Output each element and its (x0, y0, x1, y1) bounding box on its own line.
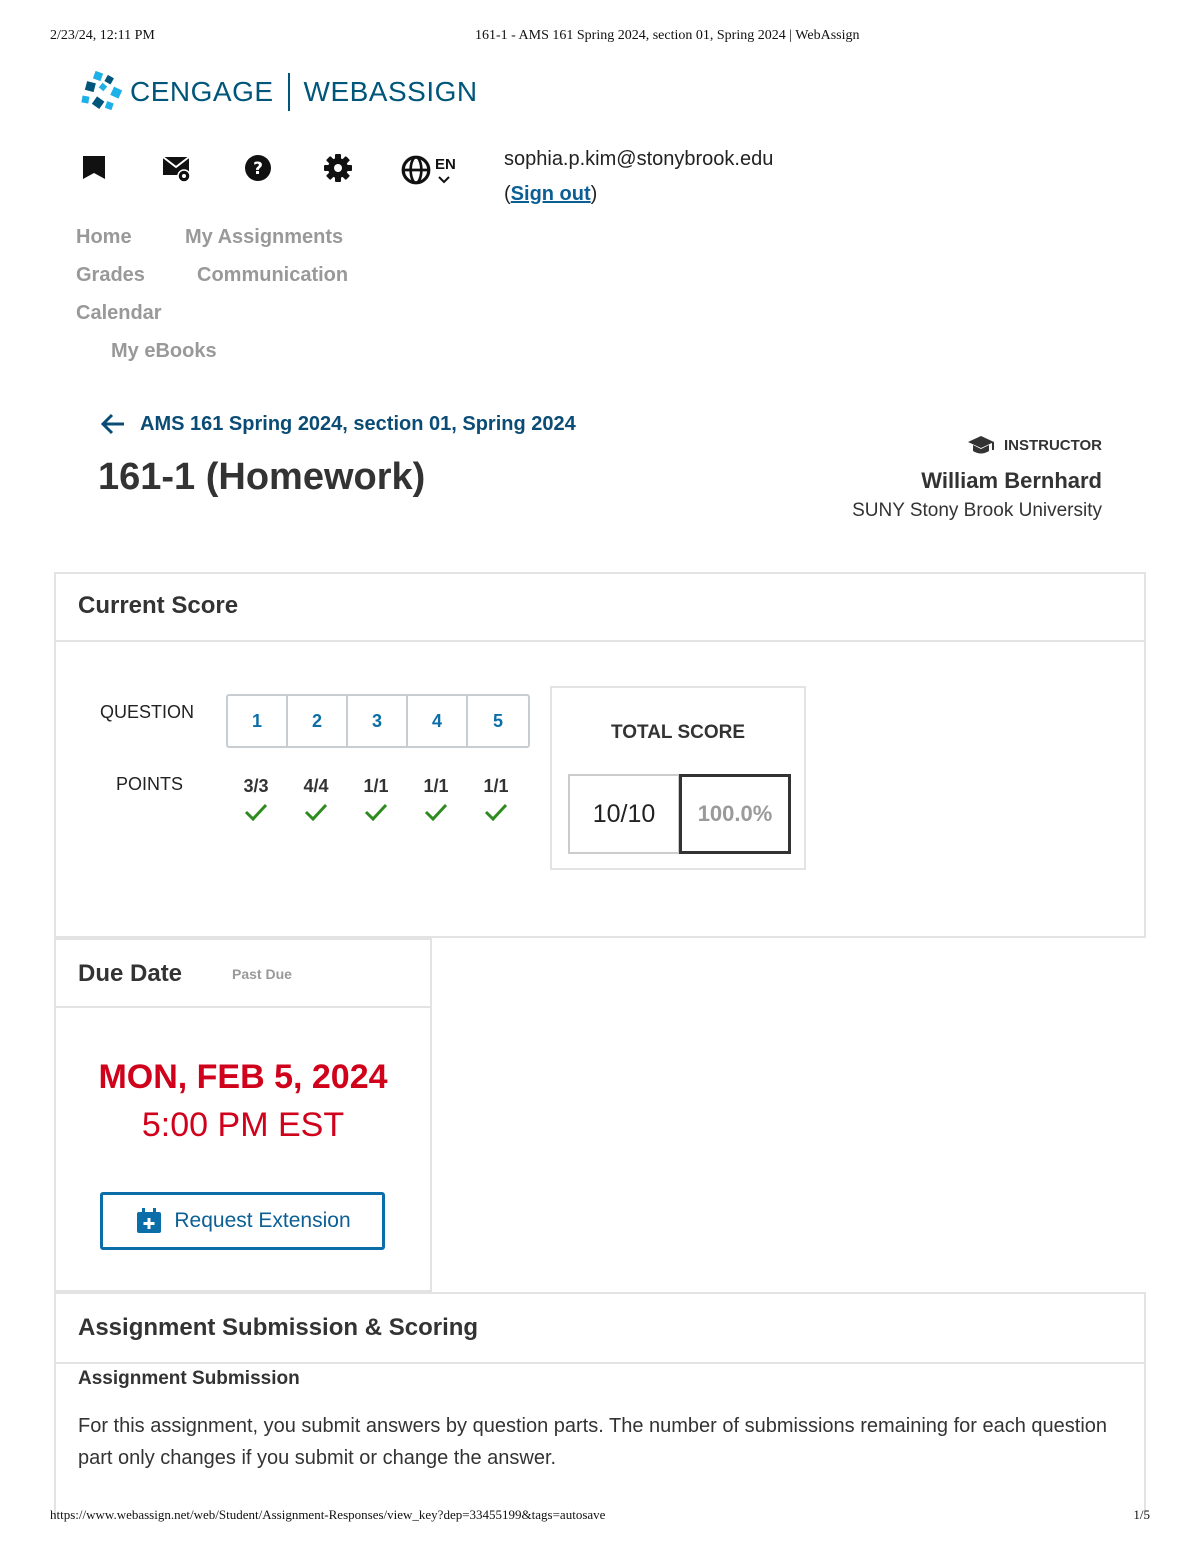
sign-out-close-paren: ) (590, 183, 598, 205)
print-page-number: 1/5 (1133, 1507, 1150, 1522)
language-code: EN (435, 156, 456, 173)
points-row: 3/3 4/4 1/1 1/1 1/1 (226, 776, 526, 821)
cengage-webassign-logo[interactable]: CENGAGE WEBASSIGN (80, 68, 478, 116)
submission-body: For this assignment, you submit answers … (78, 1415, 1108, 1469)
points-q4: 1/1 (406, 776, 466, 821)
current-score-header: Current Score (56, 574, 1144, 642)
chevron-down-icon (438, 176, 450, 184)
instructor-label: INSTRUCTOR (1003, 436, 1102, 454)
instructor-info: INSTRUCTOR William Bernhard SUNY Stony B… (852, 434, 1102, 522)
points-q3: 1/1 (346, 776, 406, 821)
question-button-3[interactable]: 3 (348, 696, 408, 746)
checkmark-icon (484, 803, 508, 821)
print-page-title: 161-1 - AMS 161 Spring 2024, section 01,… (475, 28, 860, 43)
assignment-title: 161-1 (Homework) (98, 456, 426, 498)
question-button-5[interactable]: 5 (468, 696, 528, 746)
points-value: 1/1 (423, 776, 449, 796)
user-account: sophia.p.kim@stonybrook.edu (Sign out) (504, 142, 773, 212)
settings-icon[interactable] (320, 150, 356, 186)
checkmark-icon (364, 803, 388, 821)
print-footer: https://www.webassign.net/web/Student/As… (50, 1507, 1150, 1527)
language-selector[interactable]: EN (400, 150, 464, 190)
logo-divider (287, 73, 290, 111)
points-q1: 3/3 (226, 776, 286, 821)
checkmark-icon (424, 803, 448, 821)
checkmark-icon (244, 803, 268, 821)
print-datetime: 2/23/24, 12:11 PM (50, 28, 155, 43)
question-button-1[interactable]: 1 (228, 696, 288, 746)
points-q2: 4/4 (286, 776, 346, 821)
logo-cengage-text: CENGAGE (130, 76, 274, 107)
total-score-raw: 10/10 (568, 774, 680, 854)
checkmark-icon (304, 803, 328, 821)
sign-out-open-paren: ( (504, 183, 511, 205)
submission-header: Assignment Submission & Scoring (56, 1294, 1144, 1364)
logo-webassign-text: WEBASSIGN (303, 76, 478, 107)
points-value: 1/1 (483, 776, 509, 796)
instructor-school: SUNY Stony Brook University (852, 500, 1102, 521)
sign-out-line: (Sign out) (504, 177, 773, 212)
due-date-header: Due Date Past Due (56, 940, 430, 1008)
calendar-plus-icon (137, 1208, 162, 1233)
points-value: 4/4 (303, 776, 329, 796)
sign-out-link[interactable]: Sign out (511, 183, 591, 205)
nav-grades[interactable]: Grades (76, 264, 145, 287)
request-extension-label: Request Extension (174, 1209, 351, 1232)
question-button-4[interactable]: 4 (408, 696, 468, 746)
current-score-panel: Current Score QUESTION POINTS 1 2 3 4 5 … (54, 572, 1146, 938)
points-value: 1/1 (363, 776, 389, 796)
nav-home[interactable]: Home (76, 226, 132, 249)
points-value: 3/3 (243, 776, 269, 796)
question-button-2[interactable]: 2 (288, 696, 348, 746)
nav-communication[interactable]: Communication (197, 264, 348, 287)
due-date-panel: Due Date Past Due MON, FEB 5, 2024 5:00 … (54, 938, 432, 1292)
flag-icon[interactable] (76, 150, 112, 186)
svg-text:?: ? (253, 159, 263, 179)
print-header: 2/23/24, 12:11 PM 161-1 - AMS 161 Spring… (50, 28, 1150, 48)
points-label: POINTS (116, 774, 184, 794)
messages-icon[interactable] (158, 150, 194, 186)
due-time-value: 5:00 PM EST (141, 1106, 345, 1144)
cengage-logo-icon (81, 70, 123, 111)
current-score-heading: Current Score (78, 592, 239, 619)
globe-icon (401, 155, 431, 185)
instructor-label-row: INSTRUCTOR (852, 434, 1102, 456)
total-score-percent[interactable]: 100.0% (679, 774, 791, 854)
course-back-link[interactable]: AMS 161 Spring 2024, section 01, Spring … (100, 412, 576, 436)
arrow-left-icon (100, 413, 124, 435)
instructor-name: William Bernhard (921, 468, 1102, 493)
request-extension-button[interactable]: Request Extension (100, 1192, 385, 1250)
help-icon[interactable]: ? (240, 150, 276, 186)
due-date-heading: Due Date (78, 960, 183, 987)
submission-subheading: Assignment Submission (78, 1368, 300, 1389)
nav-calendar[interactable]: Calendar (76, 302, 162, 325)
question-buttons: 1 2 3 4 5 (226, 694, 530, 748)
nav-my-assignments[interactable]: My Assignments (185, 226, 343, 249)
print-url: https://www.webassign.net/web/Student/As… (50, 1507, 606, 1522)
graduation-cap-icon (967, 436, 994, 454)
nav-my-ebooks[interactable]: My eBooks (111, 340, 217, 363)
submission-panel: Assignment Submission & Scoring Assignme… (54, 1292, 1146, 1518)
course-name: AMS 161 Spring 2024, section 01, Spring … (140, 412, 576, 435)
due-date-value: MON, FEB 5, 2024 (98, 1058, 388, 1096)
total-score-box: TOTAL SCORE 10/10 100.0% (550, 686, 806, 870)
user-email: sophia.p.kim@stonybrook.edu (504, 148, 774, 170)
total-score-label: TOTAL SCORE (610, 722, 746, 743)
past-due-badge: Past Due (232, 966, 292, 982)
question-label: QUESTION (100, 702, 195, 722)
points-q5: 1/1 (466, 776, 526, 821)
submission-heading: Assignment Submission & Scoring (78, 1314, 479, 1341)
